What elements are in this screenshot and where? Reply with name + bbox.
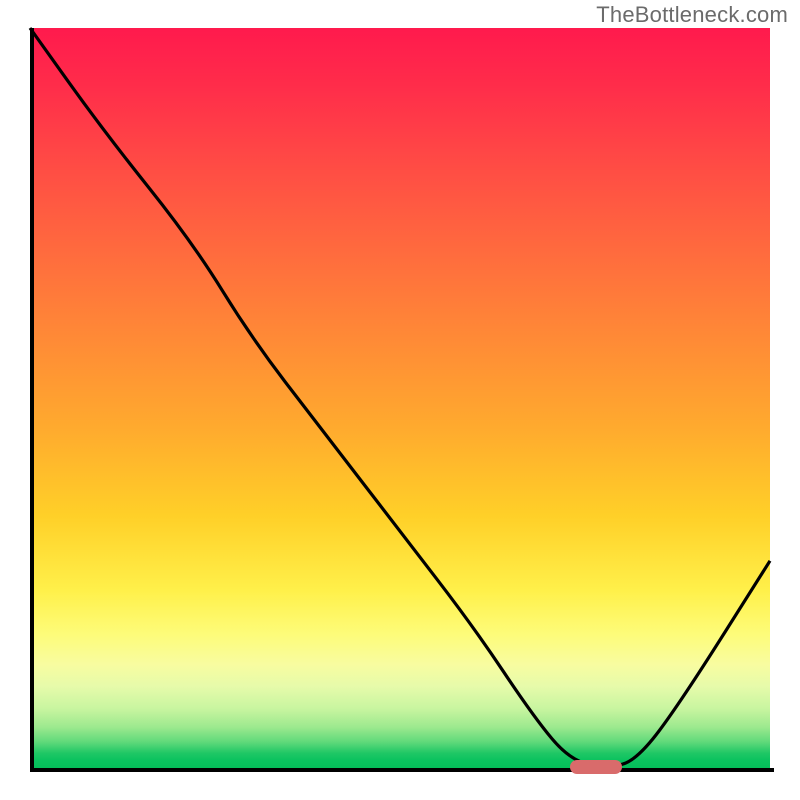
watermark-text: TheBottleneck.com bbox=[596, 2, 788, 28]
curve-svg bbox=[30, 28, 770, 768]
x-axis-line bbox=[30, 768, 774, 772]
chart-container: { "watermark": "TheBottleneck.com", "cha… bbox=[0, 0, 800, 800]
optimal-marker bbox=[570, 760, 622, 774]
bottleneck-curve-path bbox=[30, 28, 770, 766]
